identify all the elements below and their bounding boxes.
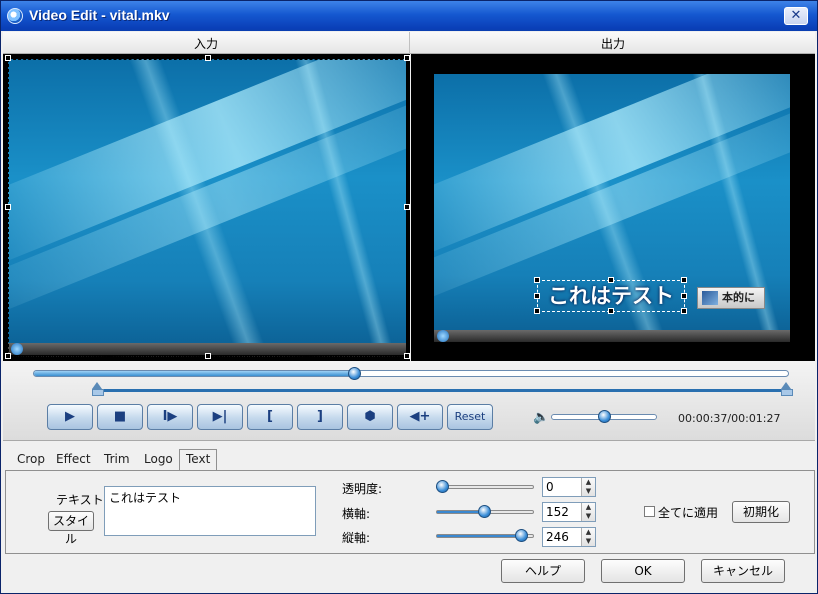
video-edit-window: Video Edit - vital.mkv ✕ 入力 出力 これはテスト 本的… <box>0 0 818 594</box>
ok-button[interactable]: OK <box>601 559 685 583</box>
horizontal-value: 152 <box>546 505 569 519</box>
snapshot-button[interactable]: ⬢ <box>347 404 393 430</box>
crop-handle[interactable] <box>5 353 11 359</box>
next-frame-button[interactable]: I▶ <box>147 404 193 430</box>
text-label: テキスト: <box>56 493 108 507</box>
trim-end-marker[interactable] <box>781 382 793 396</box>
tab-trim[interactable]: Trim <box>98 450 136 470</box>
tab-logo[interactable]: Logo <box>138 450 179 470</box>
output-label: 出力 <box>600 37 625 51</box>
style-button[interactable]: スタイル <box>48 511 94 546</box>
speaker-icon: 🔈 <box>533 410 550 425</box>
spin-arrows-icon[interactable]: ▲ ▼ <box>581 503 595 521</box>
help-button[interactable]: ヘルプ <box>501 559 585 583</box>
opacity-thumb[interactable] <box>436 480 449 493</box>
text-handle[interactable] <box>681 293 687 299</box>
opacity-slider[interactable] <box>436 485 534 489</box>
vertical-spinner[interactable]: 246 ▲ ▼ <box>542 527 596 547</box>
opacity-spinner[interactable]: 0 ▲ ▼ <box>542 477 596 497</box>
play-button[interactable]: ▶ <box>47 404 93 430</box>
horizontal-thumb[interactable] <box>478 505 492 518</box>
text-handle[interactable] <box>608 277 614 283</box>
logo-text: 本的に <box>722 291 755 304</box>
text-handle[interactable] <box>534 293 540 299</box>
opacity-value: 0 <box>546 480 554 494</box>
trim-range <box>95 389 787 392</box>
crop-selection[interactable] <box>8 59 408 357</box>
end-button[interactable]: ▶| <box>197 404 243 430</box>
text-handle[interactable] <box>681 277 687 283</box>
mark-out-button[interactable]: ] <box>297 404 343 430</box>
vertical-value: 246 <box>546 530 569 544</box>
seek-thumb[interactable] <box>348 367 362 380</box>
overlay-text: これはテスト <box>548 284 674 308</box>
preview-headers: 入力 出力 <box>3 32 815 54</box>
reset-button[interactable]: Reset <box>447 404 493 430</box>
window-title: Video Edit - vital.mkv <box>29 7 170 23</box>
crop-handle[interactable] <box>5 55 11 61</box>
apply-all-label: 全てに適用 <box>658 506 719 520</box>
tab-crop[interactable]: Crop <box>11 450 51 470</box>
text-handle[interactable] <box>534 308 540 314</box>
seek-fill <box>34 371 355 376</box>
crop-handle[interactable] <box>205 55 211 61</box>
crop-handle[interactable] <box>404 353 410 359</box>
initialize-button[interactable]: 初期化 <box>732 501 790 523</box>
input-label: 入力 <box>193 37 218 51</box>
taskbar-strip <box>434 330 790 342</box>
crop-handle[interactable] <box>404 204 410 210</box>
title-bar[interactable]: Video Edit - vital.mkv ✕ <box>1 1 817 31</box>
app-icon <box>7 8 23 24</box>
text-handle[interactable] <box>681 308 687 314</box>
mark-in-button[interactable]: [ <box>247 404 293 430</box>
playback-controls: ▶ ■ I▶ ▶|[] ⬢ ◀+ Reset 🔈 00:00:37/00:01:27 <box>3 361 815 441</box>
text-input[interactable]: これはテスト <box>104 486 316 536</box>
apply-all-checkbox[interactable] <box>644 506 655 517</box>
volume-thumb[interactable] <box>598 410 611 423</box>
close-button[interactable]: ✕ <box>784 7 808 25</box>
opacity-label: 透明度: <box>342 482 383 496</box>
crop-handle[interactable] <box>205 353 211 359</box>
add-clip-button[interactable]: ◀+ <box>397 404 443 430</box>
cancel-button[interactable]: キャンセル <box>701 559 785 583</box>
text-settings-panel: テキスト: スタイル これはテスト 透明度: 0 ▲ ▼ 横軸: 152 ▲ ▼ 縦… <box>5 470 815 554</box>
tab-text[interactable]: Text <box>179 449 218 471</box>
crop-handle[interactable] <box>404 55 410 61</box>
horizontal-label: 横軸: <box>342 507 371 521</box>
text-handle[interactable] <box>534 277 540 283</box>
seek-slider[interactable] <box>33 370 789 377</box>
horizontal-spinner[interactable]: 152 ▲ ▼ <box>542 502 596 522</box>
tab-effect[interactable]: Effect <box>50 450 97 470</box>
logo-mark-icon <box>702 291 718 305</box>
vertical-label: 縦軸: <box>342 531 371 545</box>
trim-start-marker[interactable] <box>92 382 104 396</box>
logo-overlay: 本的に <box>697 287 765 309</box>
dialog-footer: ヘルプ OK キャンセル <box>3 555 815 591</box>
spin-arrows-icon[interactable]: ▲ ▼ <box>581 528 595 546</box>
stop-button[interactable]: ■ <box>97 404 143 430</box>
crop-handle[interactable] <box>5 204 11 210</box>
text-overlay[interactable]: これはテスト <box>534 277 687 314</box>
input-preview[interactable] <box>3 54 410 361</box>
output-preview: これはテスト 本的に <box>411 54 815 361</box>
vertical-thumb[interactable] <box>515 529 529 542</box>
text-handle[interactable] <box>608 308 614 314</box>
spin-arrows-icon[interactable]: ▲ ▼ <box>581 478 595 496</box>
time-readout: 00:00:37/00:01:27 <box>678 412 781 425</box>
start-orb-icon <box>437 330 449 342</box>
